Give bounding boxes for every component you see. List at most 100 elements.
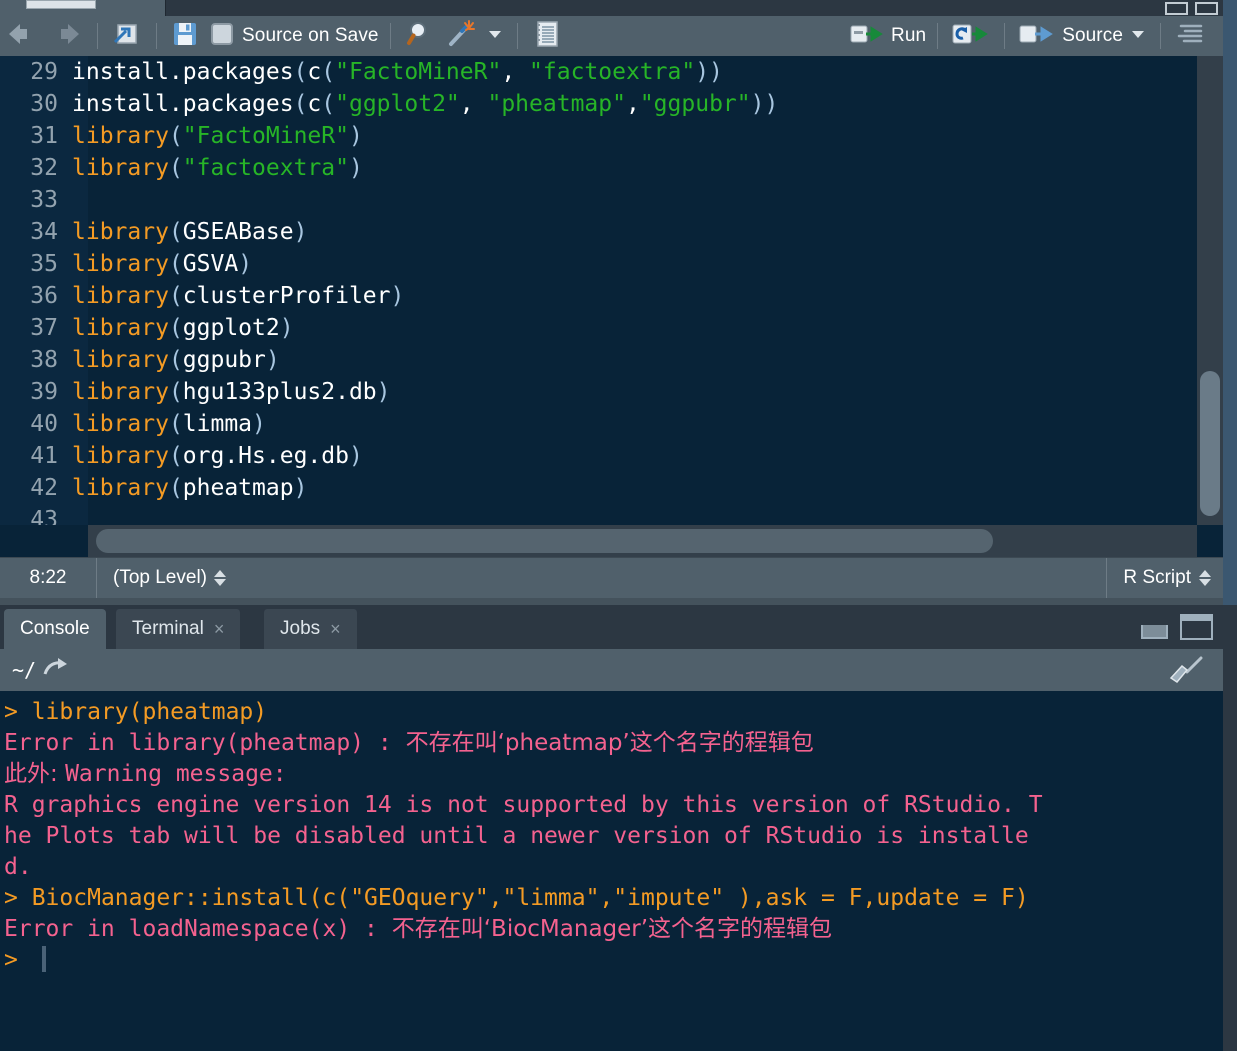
source-on-save-label[interactable]: Source on Save [240, 25, 381, 47]
document-outline-icon [1175, 21, 1207, 52]
code-token: "pheatmap" [487, 91, 626, 117]
code-line[interactable]: 32 library("factoextra") [0, 152, 1223, 184]
source-editor[interactable]: 29 install.packages(c("FactoMineR", "fact… [0, 56, 1223, 525]
run-label[interactable]: Run [889, 25, 928, 47]
editor-horizontal-scrollbar[interactable] [88, 525, 1197, 557]
file-type-selector[interactable]: R Script [1106, 558, 1223, 598]
code-line[interactable]: 41 library(org.Hs.eg.db) [0, 440, 1223, 472]
broom-clear-console-icon[interactable] [1167, 656, 1207, 691]
console-line: 此外: Warning message: [4, 759, 1223, 790]
rerun-button[interactable] [947, 19, 995, 53]
pane-maximize-icon[interactable] [1195, 2, 1218, 15]
console-text: BiocManager::install(c("GEOquery","limma… [31, 885, 1029, 911]
editor-status-bar: 8:22 (Top Level) R Script [0, 557, 1223, 598]
code-token: library [72, 443, 169, 469]
code-token: ( [168, 283, 183, 309]
line-number: 37 [30, 315, 58, 341]
code-line[interactable]: 43 [0, 504, 1223, 525]
chevron-down-icon [487, 27, 503, 45]
console-line: Error in library(pheatmap) : 不存在叫‘pheatm… [4, 728, 1223, 759]
editor-vertical-scroll-thumb[interactable] [1200, 371, 1220, 516]
code-line[interactable]: 34 library(GSEABase) [0, 216, 1223, 248]
find-replace-button[interactable] [400, 19, 440, 53]
tab-jobs[interactable]: Jobs × [263, 609, 358, 649]
code-token: ( [168, 251, 183, 277]
tab-console[interactable]: Console [4, 609, 106, 649]
re-run-previous-icon [952, 21, 990, 52]
line-number: 32 [30, 155, 58, 181]
code-token: ( [168, 155, 183, 181]
code-line[interactable]: 37 library(ggplot2) [0, 312, 1223, 344]
open-in-new-window-icon[interactable] [42, 657, 70, 684]
minimize-pane-icon[interactable] [1141, 625, 1168, 639]
working-directory[interactable]: ~/ [0, 658, 36, 682]
save-button[interactable] [166, 19, 204, 53]
code-line[interactable]: 31 library("FactoMineR") [0, 120, 1223, 152]
code-tools-button[interactable] [440, 19, 482, 53]
compile-notebook-button[interactable] [527, 19, 567, 53]
code-line[interactable]: 39 library(hgu133plus2.db) [0, 376, 1223, 408]
close-icon[interactable]: × [330, 620, 341, 638]
code-token: ) [252, 411, 266, 437]
code-line[interactable]: 35 library(GSVA) [0, 248, 1223, 280]
pane-minimize-icon[interactable] [1165, 2, 1188, 15]
code-token: clusterProfiler [182, 283, 391, 309]
tab-terminal[interactable]: Terminal × [115, 609, 242, 649]
code-line[interactable]: 29 install.packages(c("FactoMineR", "fact… [0, 56, 1223, 88]
code-line[interactable]: 42 library(pheatmap) [0, 472, 1223, 504]
code-content[interactable]: 29 install.packages(c("FactoMineR", "fact… [0, 56, 1223, 525]
maximize-pane-icon[interactable] [1180, 614, 1213, 640]
code-line[interactable]: 38 library(ggpubr) [0, 344, 1223, 376]
console-line: Error in loadNamespace(x) : 不存在叫‘BiocMan… [4, 914, 1223, 945]
line-number: 41 [30, 443, 58, 469]
source-dropdown[interactable] [1125, 19, 1151, 53]
source-button[interactable] [1014, 19, 1060, 53]
show-in-new-window-icon [112, 20, 142, 53]
console-text: R graphics engine version 14 is not supp… [4, 792, 1043, 818]
code-token: c [307, 59, 322, 85]
code-token: ( [168, 443, 183, 469]
toolbar-separator [156, 23, 157, 49]
code-token: "FactoMineR" [335, 59, 502, 85]
code-token: library [72, 251, 169, 277]
file-type-spinner-icon [1199, 570, 1211, 586]
back-button[interactable] [0, 19, 44, 53]
console-text: > [4, 885, 32, 911]
toolbar-separator [97, 23, 98, 49]
code-line[interactable]: 33 [0, 184, 1223, 216]
forward-button[interactable] [44, 19, 88, 53]
code-tools-dropdown[interactable] [482, 19, 508, 53]
code-token: ( [168, 411, 183, 437]
close-icon[interactable]: × [214, 620, 225, 638]
line-number: 35 [30, 251, 58, 277]
code-token: ) [238, 251, 253, 277]
code-token: ( [293, 59, 308, 85]
source-tab-nub[interactable] [26, 0, 96, 9]
code-token: GSEABase [182, 219, 294, 245]
editor-vertical-scrollbar[interactable] [1197, 56, 1223, 525]
code-token: library [72, 411, 169, 437]
console-output[interactable]: > library(pheatmap) Error in library(phea… [0, 691, 1223, 1051]
code-line[interactable]: 36 library(clusterProfiler) [0, 280, 1223, 312]
document-outline-button[interactable] [1170, 19, 1223, 53]
show-in-new-window-button[interactable] [107, 19, 147, 53]
line-number: 36 [30, 283, 58, 309]
scope-label: (Top Level) [113, 567, 207, 588]
scope-selector[interactable]: (Top Level) [97, 558, 1106, 598]
code-token: pheatmap [182, 475, 294, 501]
code-line[interactable]: 40 library(limma) [0, 408, 1223, 440]
code-token: "ggpubr" [639, 91, 751, 117]
source-on-save-checkbox[interactable] [204, 19, 240, 53]
run-button[interactable] [845, 19, 889, 53]
line-number: 30 [30, 91, 58, 117]
source-label[interactable]: Source [1060, 25, 1125, 47]
code-line[interactable]: 30 install.packages(c("ggplot2", "pheatma… [0, 88, 1223, 120]
line-number: 34 [30, 219, 58, 245]
code-token: hgu133plus2.db [182, 379, 377, 405]
code-token: , [459, 91, 474, 117]
editor-horizontal-scroll-thumb[interactable] [96, 529, 993, 553]
rstudio-window: Source on Save Run Source 29 install.pac… [0, 0, 1237, 1051]
code-token: , [501, 59, 516, 85]
